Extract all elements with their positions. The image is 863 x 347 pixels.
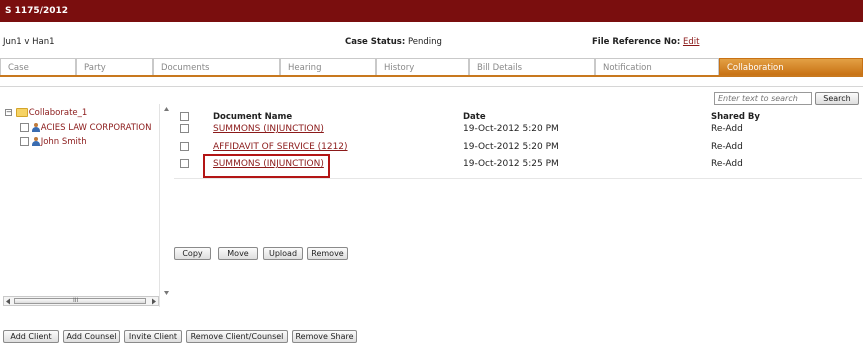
move-button[interactable]: Move (218, 247, 258, 260)
tree-item-acies[interactable]: ACIES LAW CORPORATION (20, 123, 151, 133)
collapse-toggle-icon[interactable]: − (5, 109, 12, 116)
row-checkbox[interactable] (180, 124, 189, 133)
case-info-bar: Jun1 v Han1 Case Status: Pending File Re… (0, 34, 863, 48)
scroll-left-arrow-icon[interactable] (5, 298, 11, 305)
tree-checkbox[interactable] (20, 123, 29, 132)
add-counsel-button[interactable]: Add Counsel (63, 330, 120, 343)
tree-item-john-smith[interactable]: John Smith (20, 137, 87, 147)
case-status: Case Status: Pending (345, 37, 442, 47)
case-parties: Jun1 v Han1 (3, 37, 55, 47)
user-icon (31, 123, 40, 132)
case-title-bar: S 1175/2012 (0, 0, 863, 22)
case-status-value: Pending (407, 37, 442, 47)
column-header-document-name: Document Name (213, 112, 293, 122)
tab-bill-details[interactable]: Bill Details (469, 58, 595, 75)
case-tabs: Case Party Documents Hearing History Bil… (0, 58, 863, 77)
tab-collaboration[interactable]: Collaboration (719, 58, 863, 75)
document-shared-by: Re-Add (711, 124, 743, 134)
document-link[interactable]: SUMMONS (INJUNCTION) (213, 124, 324, 134)
remove-share-button[interactable]: Remove Share (292, 330, 357, 343)
column-header-shared-by: Shared By (711, 112, 760, 122)
document-date: 19-Oct-2012 5:20 PM (463, 124, 559, 134)
tree-checkbox[interactable] (20, 137, 29, 146)
case-number: S 1175/2012 (5, 6, 68, 16)
tree-root-label[interactable]: Collaborate_1 (29, 108, 88, 118)
tab-notification[interactable]: Notification (595, 58, 719, 75)
select-all-checkbox[interactable] (180, 112, 189, 121)
remove-client-counsel-button[interactable]: Remove Client/Counsel (186, 330, 288, 343)
scroll-down-arrow-icon (164, 291, 169, 295)
scroll-thumb[interactable]: III (14, 297, 146, 304)
add-client-button[interactable]: Add Client (3, 330, 59, 343)
panel-divider (0, 86, 863, 87)
document-shared-by: Re-Add (711, 159, 743, 169)
folder-icon (15, 108, 28, 117)
tree-vertical-scrollbar[interactable] (162, 105, 171, 305)
tab-party[interactable]: Party (76, 58, 153, 75)
tree-root[interactable]: − Collaborate_1 (5, 108, 87, 118)
document-date: 19-Oct-2012 5:20 PM (463, 142, 559, 152)
tree-item-label[interactable]: ACIES LAW CORPORATION (41, 123, 152, 133)
scroll-grip-icon: III (73, 297, 79, 304)
collaboration-tree: − Collaborate_1 ACIES LAW CORPORATION Jo… (3, 104, 160, 307)
case-status-label: Case Status: (345, 37, 406, 47)
tab-hearing[interactable]: Hearing (280, 58, 376, 75)
tab-history[interactable]: History (376, 58, 469, 75)
tree-item-label[interactable]: John Smith (41, 137, 87, 147)
column-header-date: Date (463, 112, 486, 122)
highlight-box (203, 154, 330, 178)
copy-button[interactable]: Copy (174, 247, 211, 260)
file-reference: File Reference No: Edit (592, 37, 699, 47)
remove-button[interactable]: Remove (307, 247, 348, 260)
row-checkbox[interactable] (180, 159, 189, 168)
upload-button[interactable]: Upload (263, 247, 303, 260)
document-shared-by: Re-Add (711, 142, 743, 152)
user-icon (31, 137, 40, 146)
file-reference-label: File Reference No: (592, 37, 681, 47)
search-input[interactable] (714, 92, 812, 105)
scroll-up-arrow-icon (164, 107, 169, 111)
table-row: AFFIDAVIT OF SERVICE (1212) 19-Oct-2012 … (174, 140, 862, 154)
document-date: 19-Oct-2012 5:25 PM (463, 159, 559, 169)
tree-horizontal-scrollbar[interactable]: III (3, 296, 159, 306)
scroll-right-arrow-icon[interactable] (151, 298, 157, 305)
tab-documents[interactable]: Documents (153, 58, 280, 75)
file-reference-edit-link[interactable]: Edit (683, 37, 699, 47)
table-divider (174, 178, 862, 179)
document-link[interactable]: AFFIDAVIT OF SERVICE (1212) (213, 142, 348, 152)
row-checkbox[interactable] (180, 142, 189, 151)
search-button[interactable]: Search (815, 92, 859, 105)
table-row: SUMMONS (INJUNCTION) 19-Oct-2012 5:20 PM… (174, 122, 862, 136)
tab-case[interactable]: Case (0, 58, 76, 75)
invite-client-button[interactable]: Invite Client (124, 330, 182, 343)
